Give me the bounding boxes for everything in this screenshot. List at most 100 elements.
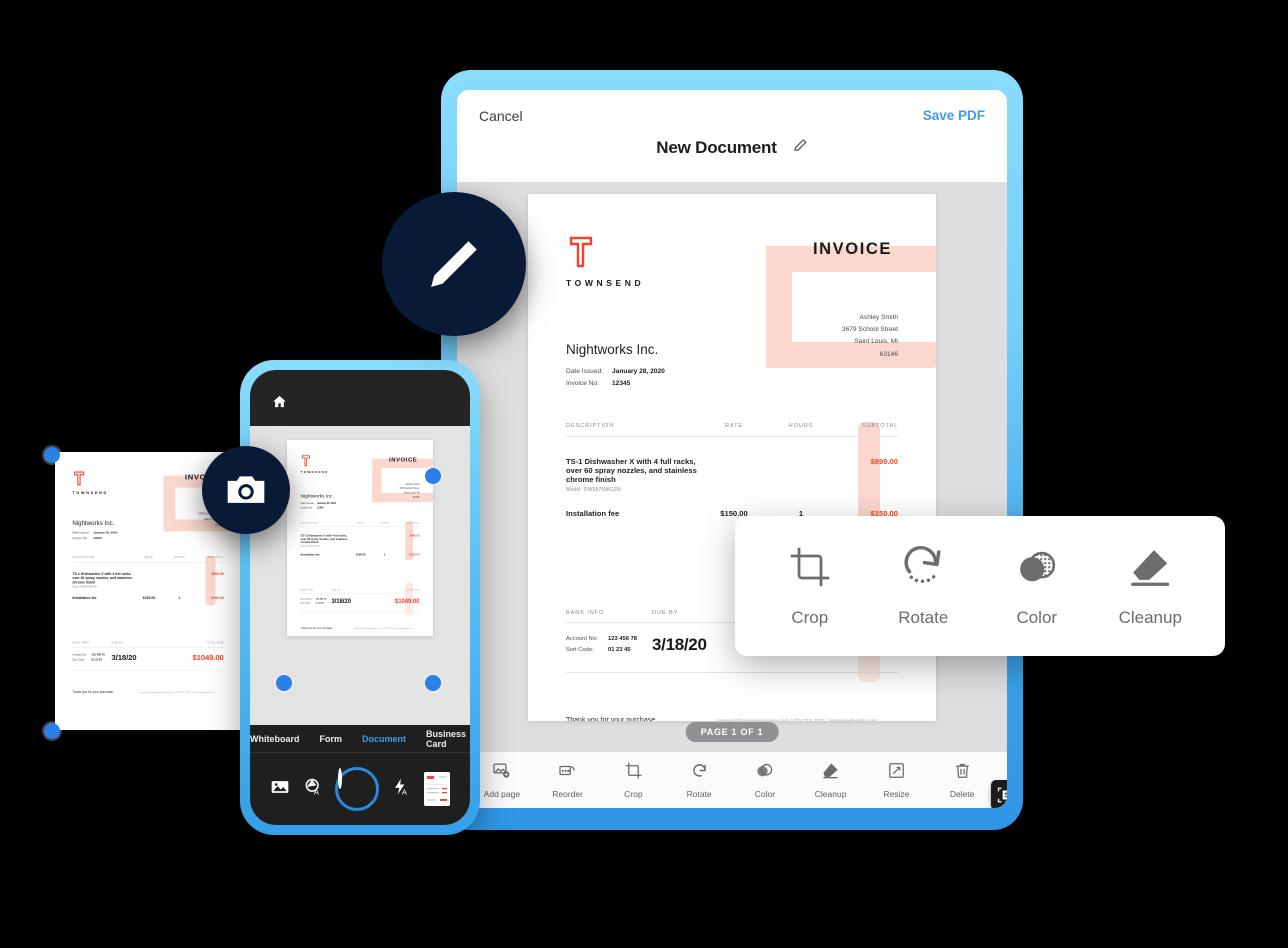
shutter-button[interactable] (334, 767, 379, 811)
add-page-icon (492, 761, 511, 785)
items-table-header: DESCRIPTION RATE HOURS SUBTOTAL (72, 556, 224, 563)
bill-to-block: Ashley Smith3679 School Street Saint Lou… (841, 314, 898, 358)
townsend-t-logo (72, 471, 86, 487)
toolbar-item-resize[interactable]: Resize (868, 761, 924, 799)
toolbar-label: Delete (949, 789, 975, 799)
crop-handle-bottom-left[interactable] (44, 723, 60, 739)
page-indicator: PAGE 1 OF 1 (685, 722, 779, 742)
toolbar-item-color[interactable]: Color (737, 761, 793, 799)
due-date: 3/18/20 (331, 597, 351, 605)
camera-controls: A A (250, 753, 470, 825)
menu-item-cleanup[interactable]: Cleanup (1098, 545, 1202, 628)
table-row: TS-1 Dishwasher X with 4 full racks, ove… (300, 534, 420, 548)
contact-line: payment@townsendsupply.com | 415.215.202… (140, 691, 215, 694)
total-due: $1049.00 (192, 652, 224, 662)
crop-handle-top-left[interactable] (44, 447, 60, 463)
pencil-icon[interactable] (793, 138, 808, 158)
toolbar-label: Reorder (552, 789, 583, 799)
camera-feature-badge (202, 446, 290, 534)
crop-icon (624, 761, 643, 785)
auto-capture-icon[interactable]: A (303, 777, 323, 802)
last-scan-thumbnail[interactable] (423, 772, 450, 806)
crop-handle-bottom-left-phone[interactable] (276, 675, 292, 691)
color-icon (755, 761, 774, 785)
tab-form[interactable]: Form (320, 734, 343, 744)
table-row: TS-1 Dishwasher X with 4 full racks, ove… (566, 457, 898, 494)
due-date: 3/18/20 (111, 652, 137, 662)
toolbar-label: Rotate (686, 789, 712, 799)
menu-item-rotate[interactable]: Rotate (871, 545, 975, 628)
toolbar-item-reorder[interactable]: Reorder (540, 761, 596, 799)
color-icon (1015, 545, 1059, 594)
toolbar-label: Color (754, 789, 776, 799)
crop-handle-bottom-right[interactable] (425, 675, 441, 691)
thanks-note: Thank you for your purchase. (72, 690, 114, 694)
brand-name: TOWNSEND (566, 278, 645, 288)
svg-text:A: A (313, 787, 318, 796)
total-due: $1049.00 (394, 597, 420, 605)
pencil-icon (431, 241, 477, 287)
document-title: New Document (656, 138, 777, 157)
table-row: TS-1 Dishwasher X with 4 full racks, ove… (72, 571, 224, 589)
invoice-heading: INVOICE (812, 240, 892, 258)
toolbar-item-rotate[interactable]: Rotate (671, 761, 727, 799)
payment-table-header: BANK INFO DUE BY TOTAL DUE (300, 589, 420, 594)
tablet-screen: Cancel Save PDF New Document TOWNSEND IN… (457, 90, 1007, 808)
table-row: Installation fee $150.00 1 $150.00 (72, 595, 224, 600)
toolbar-item-add-page[interactable]: Add page (474, 761, 530, 799)
thanks-note: Thank you for your purchase. (566, 716, 658, 722)
tab-document[interactable]: Document (362, 734, 406, 744)
menu-label: Color (1016, 607, 1058, 627)
menu-label: Rotate (898, 607, 949, 627)
home-icon[interactable] (272, 394, 287, 414)
toolbar-item-delete[interactable]: Delete (934, 761, 990, 799)
phone-device-mockup: TOWNSEND INVOICE Ashley Smith 3679 School… (240, 360, 480, 835)
townsend-t-logo (566, 236, 596, 270)
flash-auto-icon[interactable]: A (391, 777, 411, 802)
reorder-icon (558, 761, 577, 785)
tab-whiteboard[interactable]: Whiteboard (250, 734, 300, 744)
invoice-meta: Date Issued: January 28, 2020 Invoice No:… (300, 502, 336, 509)
menu-item-crop[interactable]: Crop (758, 545, 862, 628)
toolbar-label: Crop (624, 789, 643, 799)
tablet-toolbar: Add page Reorder Crop Rotate Color Clean… (457, 752, 1007, 808)
contact-line: payment@townsendsupply.com | 415.215.202… (716, 718, 878, 722)
tablet-top-bar: Cancel Save PDF New Document (457, 90, 1007, 182)
townsend-t-logo (301, 455, 312, 467)
toolbar-item-cleanup[interactable]: Cleanup (803, 761, 859, 799)
cancel-button[interactable]: Cancel (479, 108, 523, 124)
pencil-feature-badge (382, 192, 526, 336)
table-row: Installation fee $150.00 1 $150.00 (300, 552, 420, 557)
eraser-icon (1128, 545, 1172, 594)
toolbar-item-crop[interactable]: Crop (605, 761, 661, 799)
gallery-icon[interactable] (270, 777, 290, 802)
items-table-header: DESCRIPTION RATE HOURS SUBTOTAL (300, 522, 420, 528)
model-number: Model: DW5876WGSN (566, 487, 621, 494)
items-table-header: DESCRIPTION RATE HOURS SUBTOTAL (566, 423, 898, 438)
bank-info: Account No: 123 456 78 Sort Code: 01 23 45 (72, 653, 105, 662)
tablet-document-area: TOWNSEND INVOICE Ashley Smith 3679 School… (457, 182, 1007, 752)
invoice-meta: Date Issued: January 28, 2020 Invoice No:… (566, 368, 665, 387)
edit-action-menu: Crop Rotate Color Cleanup (735, 516, 1225, 656)
thanks-note: Thank you for your purchase. (300, 627, 334, 630)
invoice-phone: TOWNSEND INVOICE Ashley Smith 3679 School… (287, 440, 433, 636)
invoice-heading: INVOICE (389, 456, 418, 463)
screenshot-stage: TOWNSEND INVOICE Ashley Smith3679 School… (0, 0, 1288, 948)
payment-table-header: BANK INFO DUE BY TOTAL DUE (72, 642, 224, 648)
scan-document-badge[interactable] (991, 780, 1007, 808)
contact-line: payment@townsendsupply.com | 415.215.202… (354, 627, 413, 630)
menu-label: Cleanup (1118, 607, 1182, 627)
save-pdf-button[interactable]: Save PDF (923, 108, 985, 123)
tab-business-card[interactable]: Business Card (426, 729, 470, 749)
tablet-device-mockup: Cancel Save PDF New Document TOWNSEND IN… (441, 70, 1023, 830)
crop-handle-top-right[interactable] (425, 468, 441, 484)
invoice-meta: Date Issued: January 28, 2020 Invoice No:… (72, 531, 118, 540)
toolbar-label: Add page (483, 789, 521, 799)
bank-info: Account No: 123 456 78 Sort Code: 01 23 45 (566, 636, 638, 653)
menu-item-color[interactable]: Color (985, 545, 1089, 628)
phone-screen: TOWNSEND INVOICE Ashley Smith 3679 School… (250, 370, 470, 825)
document-page-thumbnail[interactable]: TOWNSEND INVOICE Ashley Smith 3679 School… (287, 440, 433, 636)
phone-top-bar (250, 370, 470, 426)
svg-text:A: A (402, 787, 407, 796)
menu-label: Crop (791, 607, 829, 627)
